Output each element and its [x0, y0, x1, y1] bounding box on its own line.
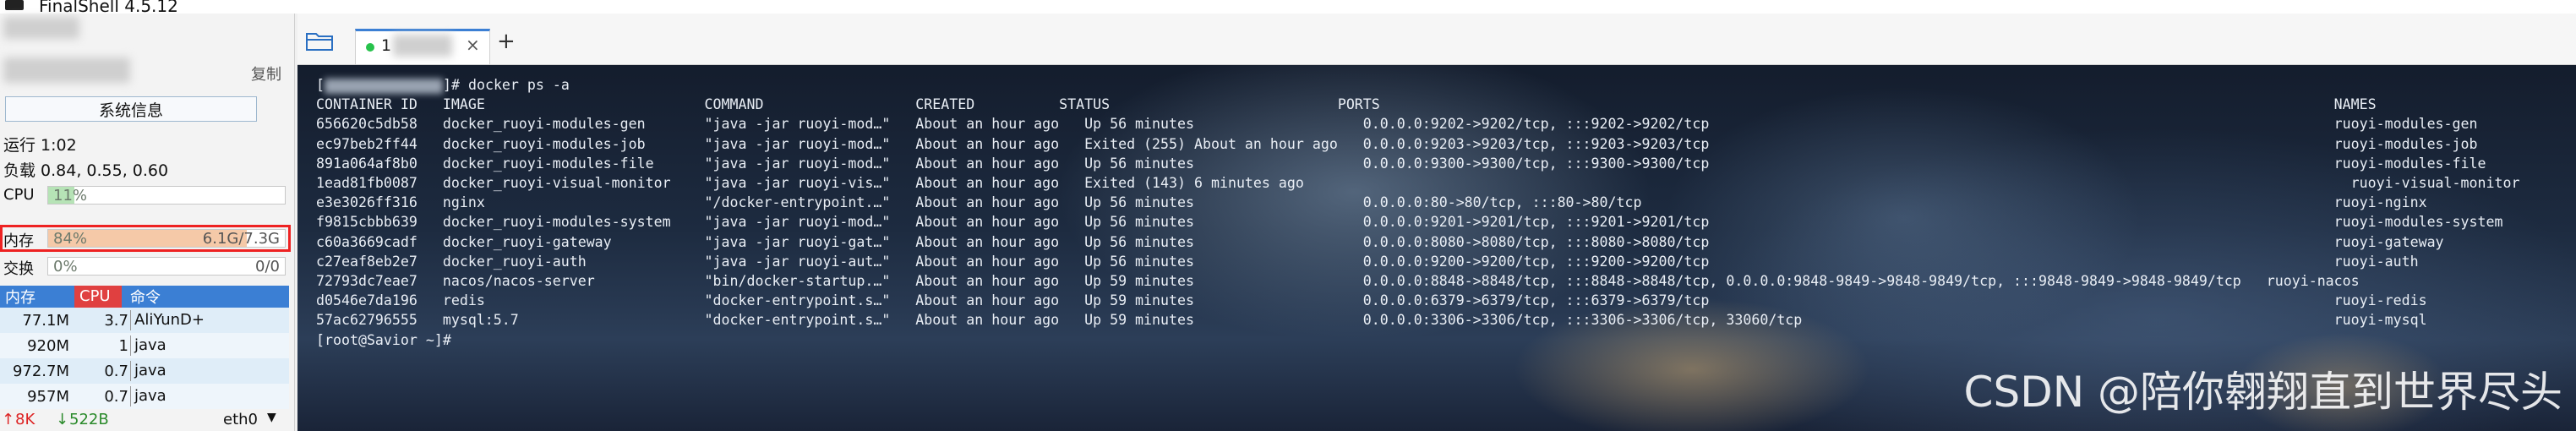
network-status: ↑ 8K ↓ 522B eth0 ▼ — [0, 411, 294, 431]
upload-rate: 8K — [15, 411, 35, 428]
tab-session[interactable]: 1 × — [355, 29, 490, 64]
system-info-button[interactable]: 系统信息 — [5, 96, 257, 122]
terminal-table-header: CONTAINER ID IMAGE COMMAND CREATED STATU… — [316, 96, 2377, 113]
uptime-text: 运行 1:02 — [3, 136, 77, 155]
terminal-final-prompt: [root@Savior ~]# — [316, 331, 451, 348]
table-row[interactable]: 77.1M 3.7 AliYunD+ — [0, 308, 289, 333]
arrow-up-icon: ↑ — [2, 411, 15, 428]
process-memory: 77.1M — [22, 311, 69, 330]
sidebar-monitor-panel: 复制 系统信息 运行 1:02 负载 0.84, 0.55, 0.60 CPU … — [0, 14, 295, 431]
table-row[interactable]: 972.7M 0.7 java — [0, 358, 289, 384]
process-table-header: 内存 CPU 命令 — [0, 286, 289, 308]
terminal-lines: []# docker ps -a CONTAINER ID IMAGE COMMA… — [316, 75, 2519, 350]
terminal-command: ]# docker ps -a — [443, 77, 570, 93]
tab-label: 1 — [381, 36, 392, 55]
terminal-line: c60a3669cadf docker_ruoyi-gateway "java … — [316, 233, 2444, 250]
arrow-down-icon: ↓ — [56, 411, 69, 428]
column-header-command[interactable]: 命令 — [122, 286, 161, 308]
cpu-percent: 11% — [53, 187, 88, 205]
network-interface-select[interactable]: eth0 — [223, 411, 258, 428]
folder-icon[interactable] — [306, 30, 333, 51]
load-average-text: 负载 0.84, 0.55, 0.60 — [3, 161, 169, 180]
table-row[interactable]: 957M 0.7 java — [0, 384, 289, 409]
process-rows: 77.1M 3.7 AliYunD+ 920M 1 java 972.7M 0.… — [0, 308, 289, 409]
connection-status-dot — [366, 43, 374, 52]
redacted-host-name — [3, 17, 79, 39]
process-cpu: 1 — [118, 336, 128, 355]
window-titlebar: FinalShell 4.5.12 — [0, 0, 2576, 16]
process-command: java — [130, 386, 166, 406]
cpu-meter: CPU 11% — [0, 184, 294, 206]
terminal-output[interactable]: []# docker ps -a CONTAINER ID IMAGE COMMA… — [297, 65, 2576, 431]
terminal-line: 1ead81fb0087 docker_ruoyi-visual-monitor… — [316, 175, 2520, 192]
process-memory: 920M — [27, 336, 69, 355]
chevron-down-icon[interactable]: ▼ — [267, 411, 276, 424]
process-memory: 972.7M — [12, 362, 69, 380]
process-command: java — [130, 361, 166, 381]
app-icon — [5, 0, 24, 10]
process-cpu: 0.7 — [104, 387, 128, 406]
redacted-host-address — [3, 57, 130, 83]
close-icon[interactable]: × — [466, 35, 480, 55]
redacted-tab-title — [393, 35, 452, 57]
add-tab-button[interactable]: + — [497, 30, 516, 52]
cpu-bar: 11% — [47, 186, 286, 205]
copy-button[interactable]: 复制 — [251, 63, 281, 85]
terminal-line: 57ac62796555 mysql:5.7 "docker-entrypoin… — [316, 312, 2427, 329]
memory-highlight-box — [0, 225, 291, 252]
download-rate: 522B — [69, 411, 109, 428]
process-command: java — [130, 336, 166, 356]
swap-label: 交换 — [3, 260, 34, 278]
process-cpu: 3.7 — [104, 311, 128, 330]
redacted-prompt — [325, 78, 443, 94]
terminal-line: e3e3026ff316 nginx "/docker-entrypoint.…… — [316, 194, 2427, 211]
table-row[interactable]: 920M 1 java — [0, 333, 289, 358]
swap-percent: 0% — [53, 258, 78, 276]
process-command: AliYunD+ — [130, 310, 205, 330]
cpu-label: CPU — [3, 186, 35, 204]
swap-bar: 0% 0/0 — [47, 257, 286, 276]
process-memory: 957M — [27, 387, 69, 406]
watermark: CSDN @陪你翱翔直到世界尽头 — [1963, 368, 2562, 417]
swap-meter: 交换 0% 0/0 — [0, 255, 294, 278]
column-header-memory[interactable]: 内存 — [0, 286, 74, 308]
terminal-line: 891a064af8b0 docker_ruoyi-modules-file "… — [316, 155, 2486, 172]
terminal-line: ec97beb2ff44 docker_ruoyi-modules-job "j… — [316, 135, 2478, 152]
terminal-line: f9815cbbb639 docker_ruoyi-modules-system… — [316, 214, 2503, 231]
process-table: 内存 CPU 命令 77.1M 3.7 AliYunD+ 920M 1 java… — [0, 286, 289, 409]
terminal-line: d0546e7da196 redis "docker-entrypoint.s…… — [316, 292, 2427, 309]
terminal-command-line: []# docker ps -a — [316, 77, 570, 94]
terminal-line: 72793dc7eae7 nacos/nacos-server "bin/doc… — [316, 273, 2360, 290]
terminal-line: c27eaf8eb2e7 docker_ruoyi-auth "java -ja… — [316, 253, 2419, 270]
swap-value: 0/0 — [255, 258, 280, 276]
process-cpu: 0.7 — [104, 362, 128, 380]
session-tab-bar: 1 × + — [297, 14, 2576, 65]
column-header-cpu[interactable]: CPU — [74, 286, 122, 308]
terminal-line: 656620c5db58 docker_ruoyi-modules-gen "j… — [316, 116, 2478, 133]
